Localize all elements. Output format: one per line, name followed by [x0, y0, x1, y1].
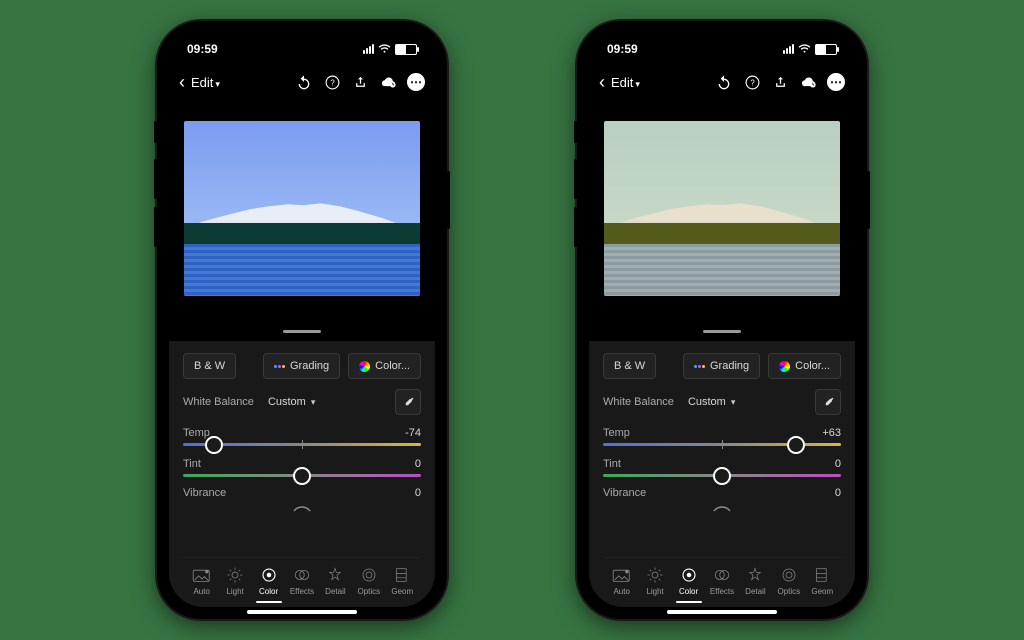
color-wheel-icon [359, 361, 370, 372]
colormix-chip[interactable]: Color... [768, 353, 841, 379]
color-panel: B & W Grading Color... White Balance Cus… [589, 341, 855, 607]
tab-geom[interactable]: Geom [806, 566, 839, 603]
mute-switch[interactable] [574, 121, 577, 143]
wifi-icon [798, 44, 811, 54]
cellular-icon [783, 44, 794, 54]
power-button[interactable] [867, 171, 870, 229]
app-topbar: ‹ Edit▾ ? ⋯ [169, 63, 435, 101]
panel-drag-handle[interactable] [703, 330, 741, 333]
eyedropper-button[interactable] [815, 389, 841, 415]
temp-slider[interactable]: Temp+63 [603, 427, 841, 446]
lightroom-app: ‹ Edit▾ ? ⋯ [589, 63, 855, 607]
collapse-arc-icon [290, 503, 314, 513]
svg-text:?: ? [750, 78, 755, 87]
mute-switch[interactable] [154, 121, 157, 143]
power-button[interactable] [447, 171, 450, 229]
color-wheel-icon [779, 361, 790, 372]
mode-dropdown[interactable]: Edit▾ [191, 75, 220, 90]
cellular-icon [363, 44, 374, 54]
tint-slider[interactable]: Tint0 [183, 458, 421, 477]
tint-slider[interactable]: Tint0 [603, 458, 841, 477]
undo-button[interactable] [715, 73, 733, 91]
panel-drag-handle[interactable] [283, 330, 321, 333]
bottom-tab-bar: Auto Light Color Effects Detail Optics G… [603, 557, 841, 607]
more-button[interactable]: ⋯ [827, 73, 845, 91]
grading-icon [694, 365, 705, 368]
volume-up[interactable] [574, 159, 577, 199]
photo-cool [184, 121, 420, 296]
vibrance-slider[interactable]: Vibrance0 [603, 487, 841, 513]
photo-viewer[interactable] [589, 101, 855, 316]
color-panel: B & W Grading Color... White Balance Cus… [169, 341, 435, 607]
status-time: 09:59 [187, 42, 218, 56]
collapse-arc-icon [710, 503, 734, 513]
eyedropper-button[interactable] [395, 389, 421, 415]
bw-chip[interactable]: B & W [603, 353, 656, 379]
help-button[interactable]: ? [323, 73, 341, 91]
lightroom-app: ‹ Edit▾ ? ⋯ [169, 63, 435, 607]
volume-down[interactable] [154, 207, 157, 247]
back-button[interactable]: ‹ [179, 72, 185, 93]
grading-chip[interactable]: Grading [263, 353, 340, 379]
tab-effects[interactable]: Effects [705, 566, 738, 603]
tab-detail[interactable]: Detail [319, 566, 352, 603]
temp-slider[interactable]: Temp-74 [183, 427, 421, 446]
bottom-tab-bar: Auto Light Color Effects Detail Optics G… [183, 557, 421, 607]
cloud-sync-button[interactable] [379, 73, 397, 91]
tab-detail[interactable]: Detail [739, 566, 772, 603]
help-button[interactable]: ? [743, 73, 761, 91]
svg-text:?: ? [330, 78, 335, 87]
more-button[interactable]: ⋯ [407, 73, 425, 91]
tab-optics[interactable]: Optics [352, 566, 385, 603]
grading-icon [274, 365, 285, 368]
wb-label: White Balance [603, 396, 674, 408]
vibrance-slider[interactable]: Vibrance0 [183, 487, 421, 513]
volume-up[interactable] [154, 159, 157, 199]
undo-button[interactable] [295, 73, 313, 91]
wb-dropdown[interactable]: Custom ▾ [688, 396, 735, 408]
back-button[interactable]: ‹ [599, 72, 605, 93]
tab-color[interactable]: Color [252, 566, 285, 603]
wb-dropdown[interactable]: Custom ▾ [268, 396, 315, 408]
share-button[interactable] [771, 73, 789, 91]
screen: 09:59 ‹ Edit▾ ? ⋯ [589, 33, 855, 607]
tab-optics[interactable]: Optics [772, 566, 805, 603]
home-indicator[interactable] [247, 610, 357, 614]
share-button[interactable] [351, 73, 369, 91]
bw-chip[interactable]: B & W [183, 353, 236, 379]
tab-light[interactable]: Light [638, 566, 671, 603]
tab-light[interactable]: Light [218, 566, 251, 603]
wb-label: White Balance [183, 396, 254, 408]
notch [238, 21, 366, 47]
volume-down[interactable] [574, 207, 577, 247]
screen: 09:59 ‹ Edit▾ ? [169, 33, 435, 607]
notch [658, 21, 786, 47]
tab-geom[interactable]: Geom [386, 566, 419, 603]
cloud-sync-button[interactable] [799, 73, 817, 91]
home-indicator[interactable] [667, 610, 777, 614]
battery-icon [815, 44, 837, 55]
mode-dropdown[interactable]: Edit▾ [611, 75, 640, 90]
photo-viewer[interactable] [169, 101, 435, 316]
phone-left: 09:59 ‹ Edit▾ ? [157, 21, 447, 619]
tab-color[interactable]: Color [672, 566, 705, 603]
tab-auto[interactable]: Auto [605, 566, 638, 603]
colormix-chip[interactable]: Color... [348, 353, 421, 379]
app-topbar: ‹ Edit▾ ? ⋯ [589, 63, 855, 101]
grading-chip[interactable]: Grading [683, 353, 760, 379]
tab-auto[interactable]: Auto [185, 566, 218, 603]
battery-icon [395, 44, 417, 55]
phone-right: 09:59 ‹ Edit▾ ? ⋯ [577, 21, 867, 619]
tab-effects[interactable]: Effects [285, 566, 318, 603]
status-time: 09:59 [607, 42, 638, 56]
wifi-icon [378, 44, 391, 54]
photo-warm [604, 121, 840, 296]
